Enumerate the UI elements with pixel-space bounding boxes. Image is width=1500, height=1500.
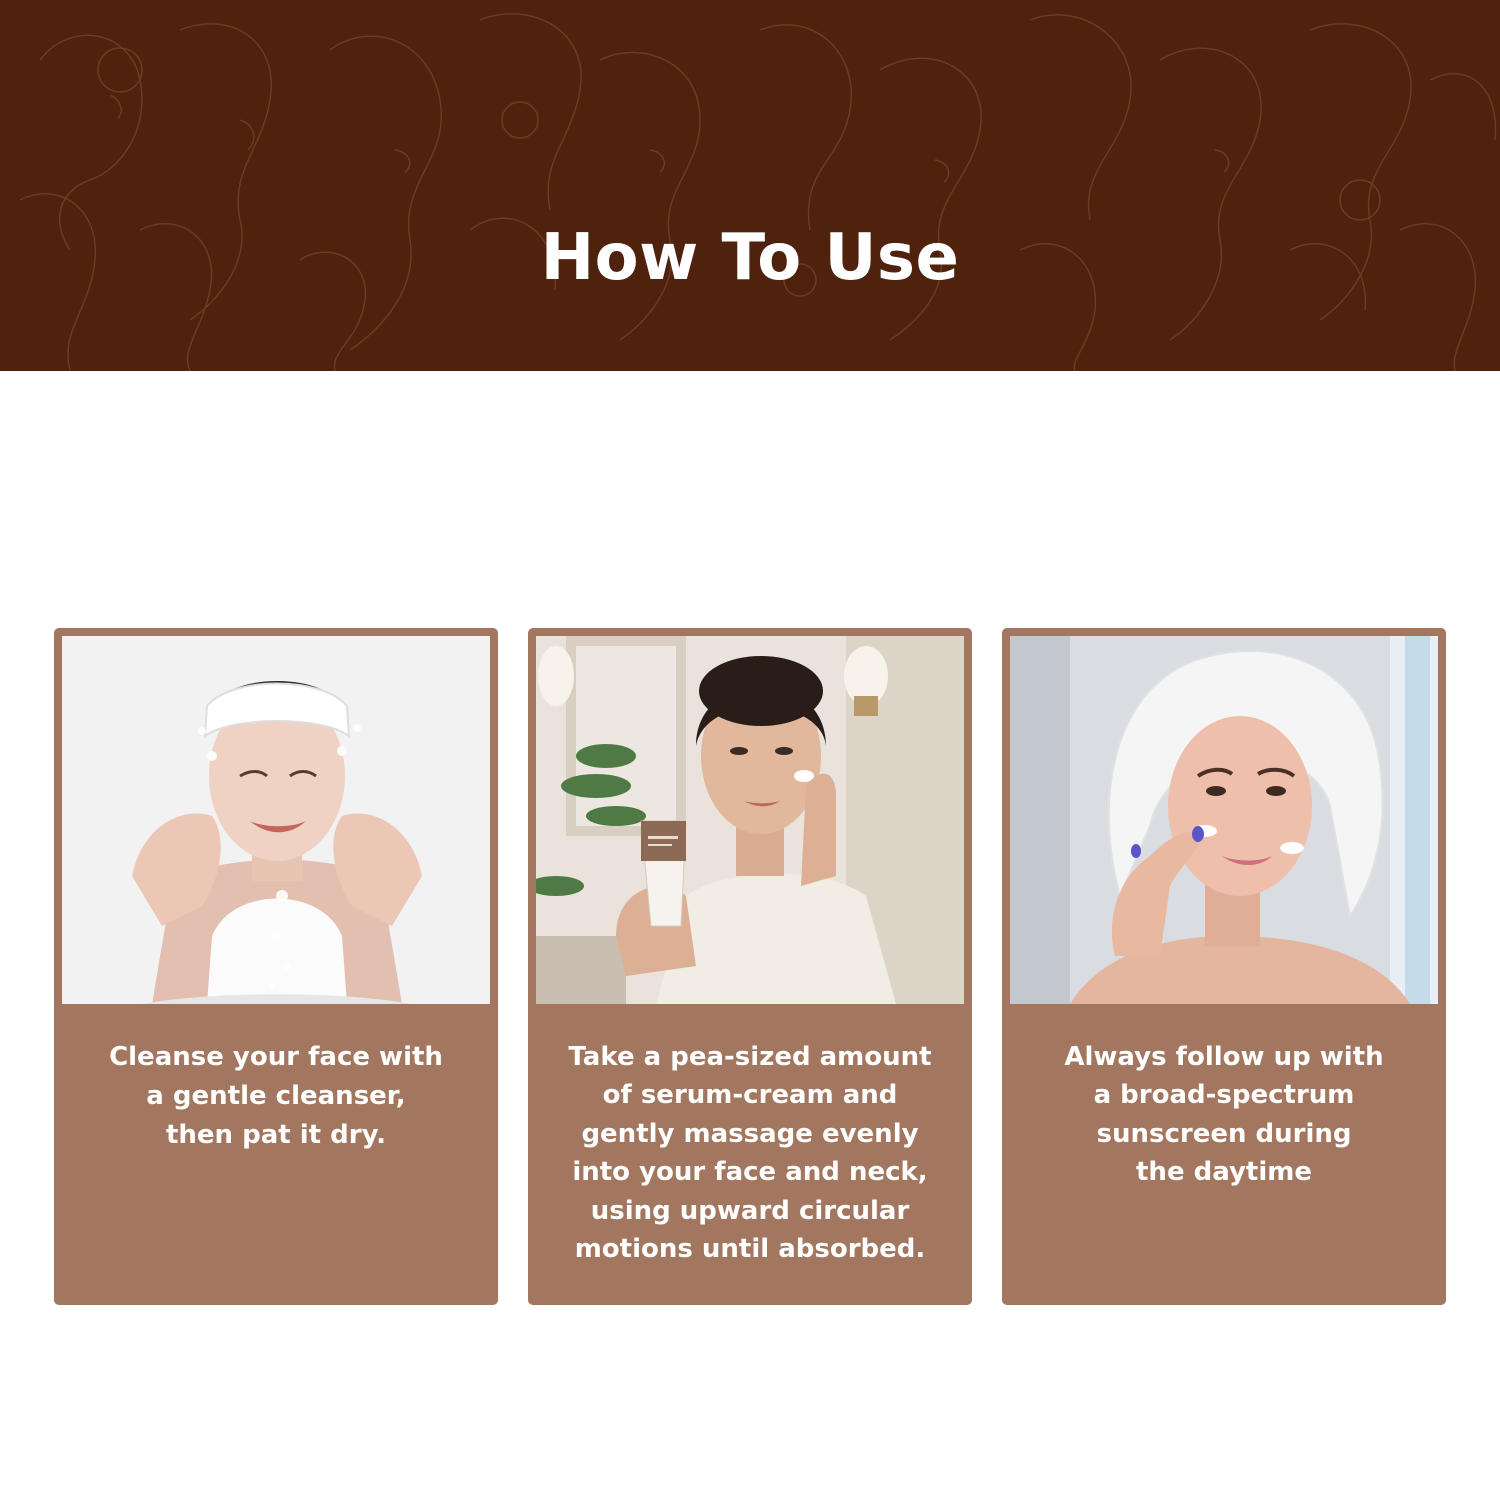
step-text-line: of serum-cream and [602, 1080, 898, 1111]
step-text-line: into your face and neck, [572, 1157, 928, 1188]
step-card-apply-serum: Take a pea-sized amount of serum-cream a… [528, 628, 972, 1305]
step-text-line: using upward circular [590, 1195, 910, 1226]
header-banner: How To Use [0, 0, 1500, 371]
step-text-line: Cleanse your face with [109, 1042, 443, 1072]
step-card-cleanse: Cleanse your face with a gentle cleanser… [54, 628, 498, 1305]
page-title: How To Use [540, 221, 960, 295]
step-text-line: sunscreen during [1096, 1118, 1352, 1149]
photo-woman-holding-tube [536, 636, 964, 1004]
line-art-faces-pattern [19, 13, 1497, 371]
photo-woman-splashing-water [62, 636, 490, 1004]
step-description: Take a pea-sized amount of serum-cream a… [542, 1038, 958, 1268]
step-card-sunscreen: Always follow up with a broad-spectrum s… [1002, 628, 1446, 1305]
step-text-line: Always follow up with [1064, 1042, 1384, 1072]
step-text-line: the daytime [1136, 1157, 1312, 1188]
step-text-line: gently massage evenly [581, 1118, 919, 1149]
step-text-line: then pat it dry. [165, 1120, 387, 1150]
step-text-line: a gentle cleanser, [146, 1081, 406, 1111]
step-text-line: motions until absorbed. [574, 1234, 926, 1265]
step-description: Always follow up with a broad-spectrum s… [1016, 1038, 1432, 1192]
step-description: Cleanse your face with a gentle cleanser… [68, 1038, 484, 1155]
how-to-use-page: How To Use Cleanse your face with a gent… [0, 0, 1500, 1500]
photo-woman-applying-sunscreen [1010, 636, 1438, 1004]
step-text-line: Take a pea-sized amount [568, 1042, 932, 1072]
step-text-line: a broad-spectrum [1093, 1080, 1355, 1111]
